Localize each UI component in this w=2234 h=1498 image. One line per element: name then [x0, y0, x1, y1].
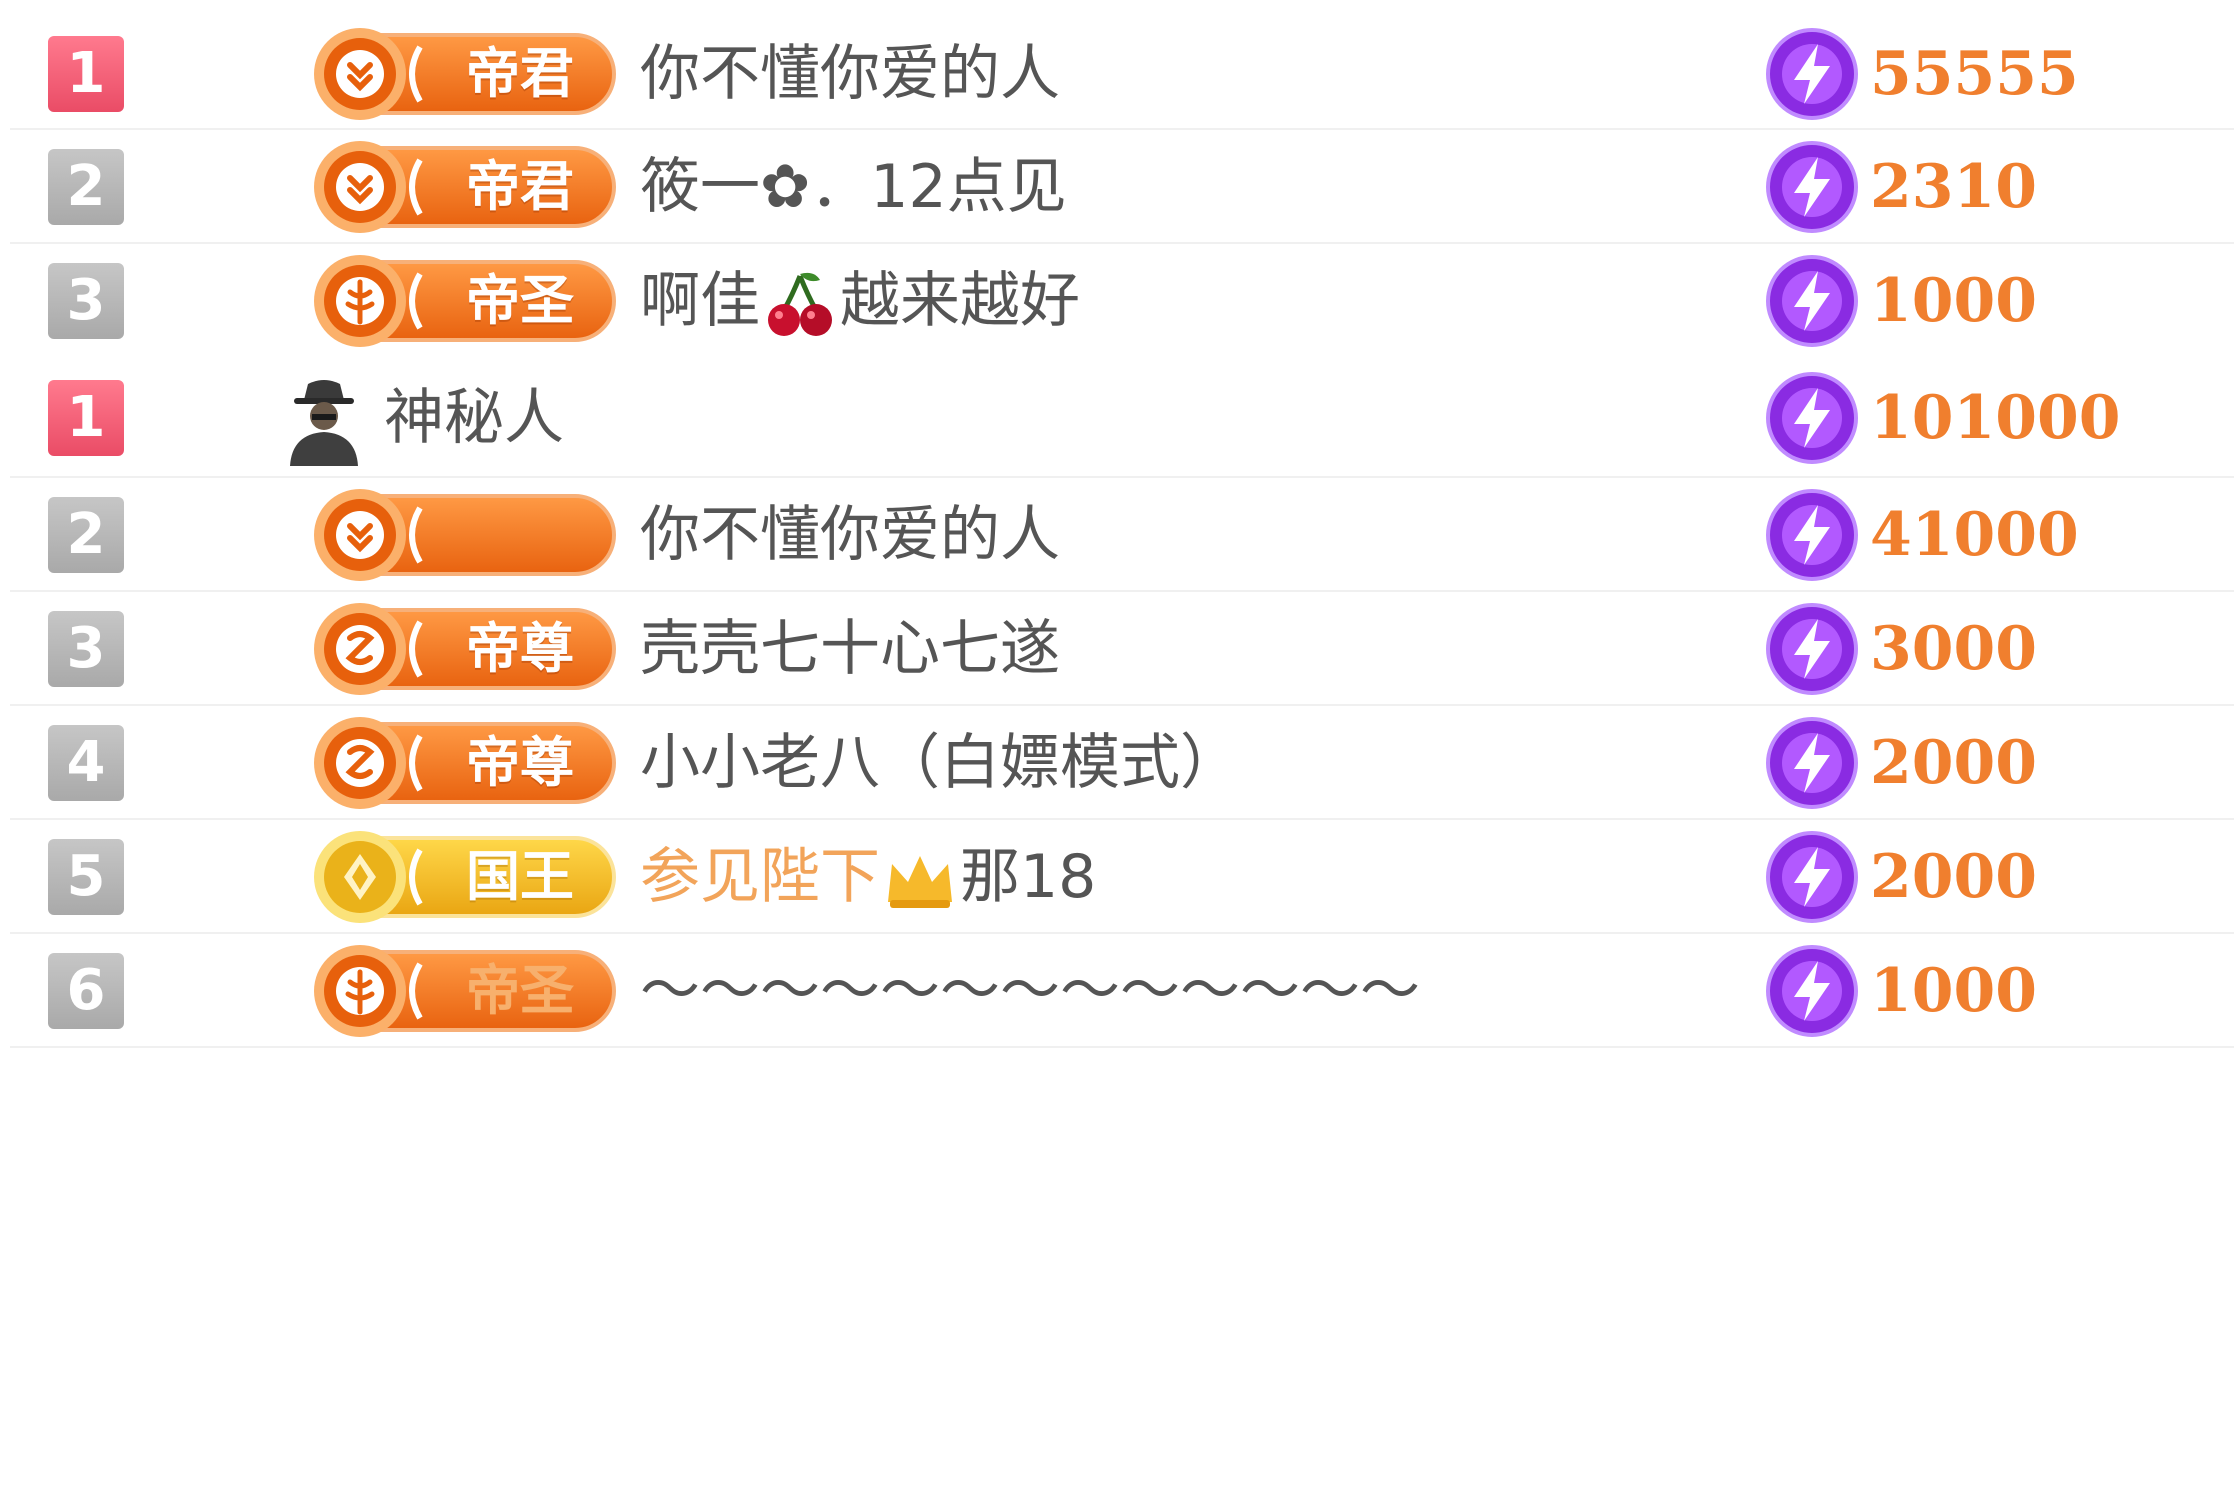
lightning-gift-icon: [1764, 943, 1860, 1039]
supreme-medal-badge[interactable]: 帝尊: [296, 600, 618, 698]
list-item[interactable]: 4 帝尊 小小老八（白嫖模式） 2000: [0, 706, 2234, 820]
emperor-medal-badge[interactable]: 帝君: [296, 138, 618, 236]
list-item[interactable]: 2 帝君 筱一✿．12点见 2310: [0, 130, 2234, 244]
contribution-value: 55555: [1870, 39, 2079, 109]
rank-badge: 1: [48, 380, 124, 456]
contribution-value: 41000: [1870, 500, 2079, 570]
rank-badge: 4: [48, 725, 124, 801]
crown-icon: [882, 842, 958, 918]
badge-label: 帝君: [466, 42, 574, 105]
emperor-medal-badge[interactable]: 帝君: [296, 25, 618, 123]
lightning-gift-icon: [1764, 139, 1860, 235]
list-item[interactable]: 2 你不懂你爱的人 41000: [0, 478, 2234, 592]
user-name-part: 那18: [960, 842, 1097, 912]
mystery-person-icon: [282, 370, 366, 466]
user-name-part: 参见陛下: [640, 842, 880, 912]
leaderboard: 1 帝君 你不懂你爱的人 55555 2 帝君 筱一✿．12点见 2310 3 …: [0, 0, 2234, 1498]
badge-label: 国王: [466, 845, 574, 908]
badge-label: 帝尊: [466, 731, 574, 794]
lightning-gift-icon: [1764, 253, 1860, 349]
contribution-value: 3000: [1870, 614, 2037, 684]
rank-badge: 6: [48, 953, 124, 1029]
user-name[interactable]: 壳壳七十心七遂: [640, 609, 1060, 689]
user-name[interactable]: 你不懂你爱的人: [640, 34, 1060, 114]
list-item[interactable]: 6 帝圣 ～～～～～～～～～～～～～ 1000: [0, 934, 2234, 1048]
contribution-value: 2310: [1870, 152, 2037, 222]
lightning-gift-icon: [1764, 715, 1860, 811]
contribution-value: 1000: [1870, 266, 2037, 336]
badge-label: 帝君: [466, 155, 574, 218]
badge-label: 帝圣: [466, 959, 574, 1022]
user-name[interactable]: 小小老八（白嫖模式）: [640, 723, 1240, 803]
lightning-gift-icon: [1764, 26, 1860, 122]
contribution-value: 1000: [1870, 956, 2037, 1026]
contribution-value: 2000: [1870, 842, 2037, 912]
rank-badge: 3: [48, 263, 124, 339]
rank-badge: 1: [48, 36, 124, 112]
user-name[interactable]: 筱一✿．12点见: [640, 147, 1067, 227]
rank-badge: 2: [48, 149, 124, 225]
user-name-part: 啊佳: [640, 266, 760, 336]
user-name[interactable]: 啊佳 越来越好: [640, 261, 1080, 341]
rank-badge: 2: [48, 497, 124, 573]
emperor-medal-badge[interactable]: [296, 486, 618, 584]
lightning-gift-icon: [1764, 487, 1860, 583]
user-name[interactable]: ～～～～～～～～～～～～～: [640, 951, 1420, 1031]
lightning-gift-icon: [1764, 601, 1860, 697]
list-item[interactable]: 3 帝尊 壳壳七十心七遂 3000: [0, 592, 2234, 706]
sage-medal-badge[interactable]: 帝圣: [296, 252, 618, 350]
lightning-gift-icon: [1764, 370, 1860, 466]
contribution-value: 101000: [1870, 383, 2121, 453]
sage-medal-badge[interactable]: 帝圣: [296, 942, 618, 1040]
badge-label: 帝尊: [466, 617, 574, 680]
user-name[interactable]: 参见陛下 那18: [640, 837, 1096, 917]
user-name-part: 越来越好: [840, 266, 1080, 336]
list-item[interactable]: 1 神秘人 101000: [0, 358, 2234, 478]
badge-label: [440, 486, 600, 584]
rank-badge: 3: [48, 611, 124, 687]
rank-badge: 5: [48, 839, 124, 915]
list-item[interactable]: 5 国王 参见陛下 那18 2000: [0, 820, 2234, 934]
badge-label: 帝圣: [466, 269, 574, 332]
lightning-gift-icon: [1764, 829, 1860, 925]
user-name[interactable]: 神秘人: [384, 378, 564, 458]
supreme-medal-badge[interactable]: 帝尊: [296, 714, 618, 812]
user-name[interactable]: 你不懂你爱的人: [640, 495, 1060, 575]
list-item[interactable]: 3 帝圣 啊佳 越来越好 1000: [0, 244, 2234, 358]
cherry-icon: [762, 266, 838, 342]
contribution-value: 2000: [1870, 728, 2037, 798]
king-medal-badge[interactable]: 国王: [296, 828, 618, 926]
list-item[interactable]: 1 帝君 你不懂你爱的人 55555: [0, 18, 2234, 130]
